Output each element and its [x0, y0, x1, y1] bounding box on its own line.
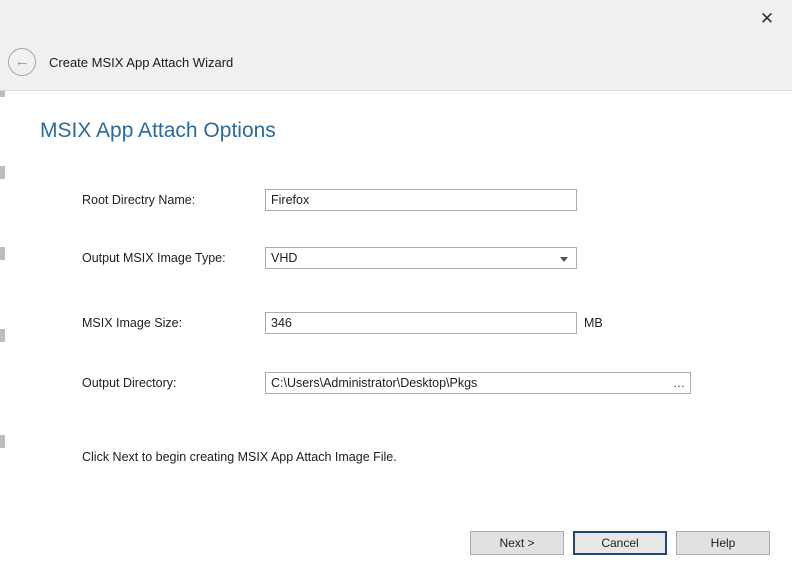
help-button[interactable]: Help — [676, 531, 770, 555]
chevron-down-icon — [560, 257, 568, 262]
close-icon: ✕ — [760, 9, 774, 28]
wizard-title: Create MSIX App Attach Wizard — [49, 55, 233, 70]
next-button[interactable]: Next > — [470, 531, 564, 555]
root-directory-input[interactable] — [265, 189, 577, 211]
header-title-row: ← Create MSIX App Attach Wizard — [8, 48, 233, 76]
image-type-label: Output MSIX Image Type: — [82, 247, 226, 269]
back-arrow-icon: ← — [15, 54, 30, 69]
window-edge-artifact — [0, 247, 5, 260]
back-button[interactable]: ← — [8, 48, 36, 76]
image-size-label: MSIX Image Size: — [82, 312, 182, 334]
browse-button[interactable]: … — [668, 373, 690, 393]
output-directory-field: … — [265, 372, 691, 394]
window-edge-artifact — [0, 329, 5, 342]
image-size-input[interactable] — [265, 312, 577, 334]
cancel-button[interactable]: Cancel — [573, 531, 667, 555]
create-msix-app-attach-wizard-window: ✕ ← Create MSIX App Attach Wizard MSIX A… — [0, 0, 792, 565]
output-directory-input[interactable] — [266, 373, 668, 393]
image-type-selected-value: VHD — [271, 251, 297, 265]
image-size-unit: MB — [584, 312, 603, 334]
image-type-dropdown[interactable]: VHD — [265, 247, 577, 269]
window-edge-artifact — [0, 435, 5, 448]
page-heading: MSIX App Attach Options — [40, 119, 276, 143]
root-directory-label: Root Directry Name: — [82, 189, 195, 211]
ellipsis-icon: … — [673, 376, 685, 390]
window-edge-artifact — [0, 166, 5, 179]
instruction-text: Click Next to begin creating MSIX App At… — [82, 450, 397, 464]
close-button[interactable]: ✕ — [754, 6, 780, 32]
wizard-header: ✕ ← Create MSIX App Attach Wizard — [0, 0, 792, 91]
output-directory-label: Output Directory: — [82, 372, 176, 394]
